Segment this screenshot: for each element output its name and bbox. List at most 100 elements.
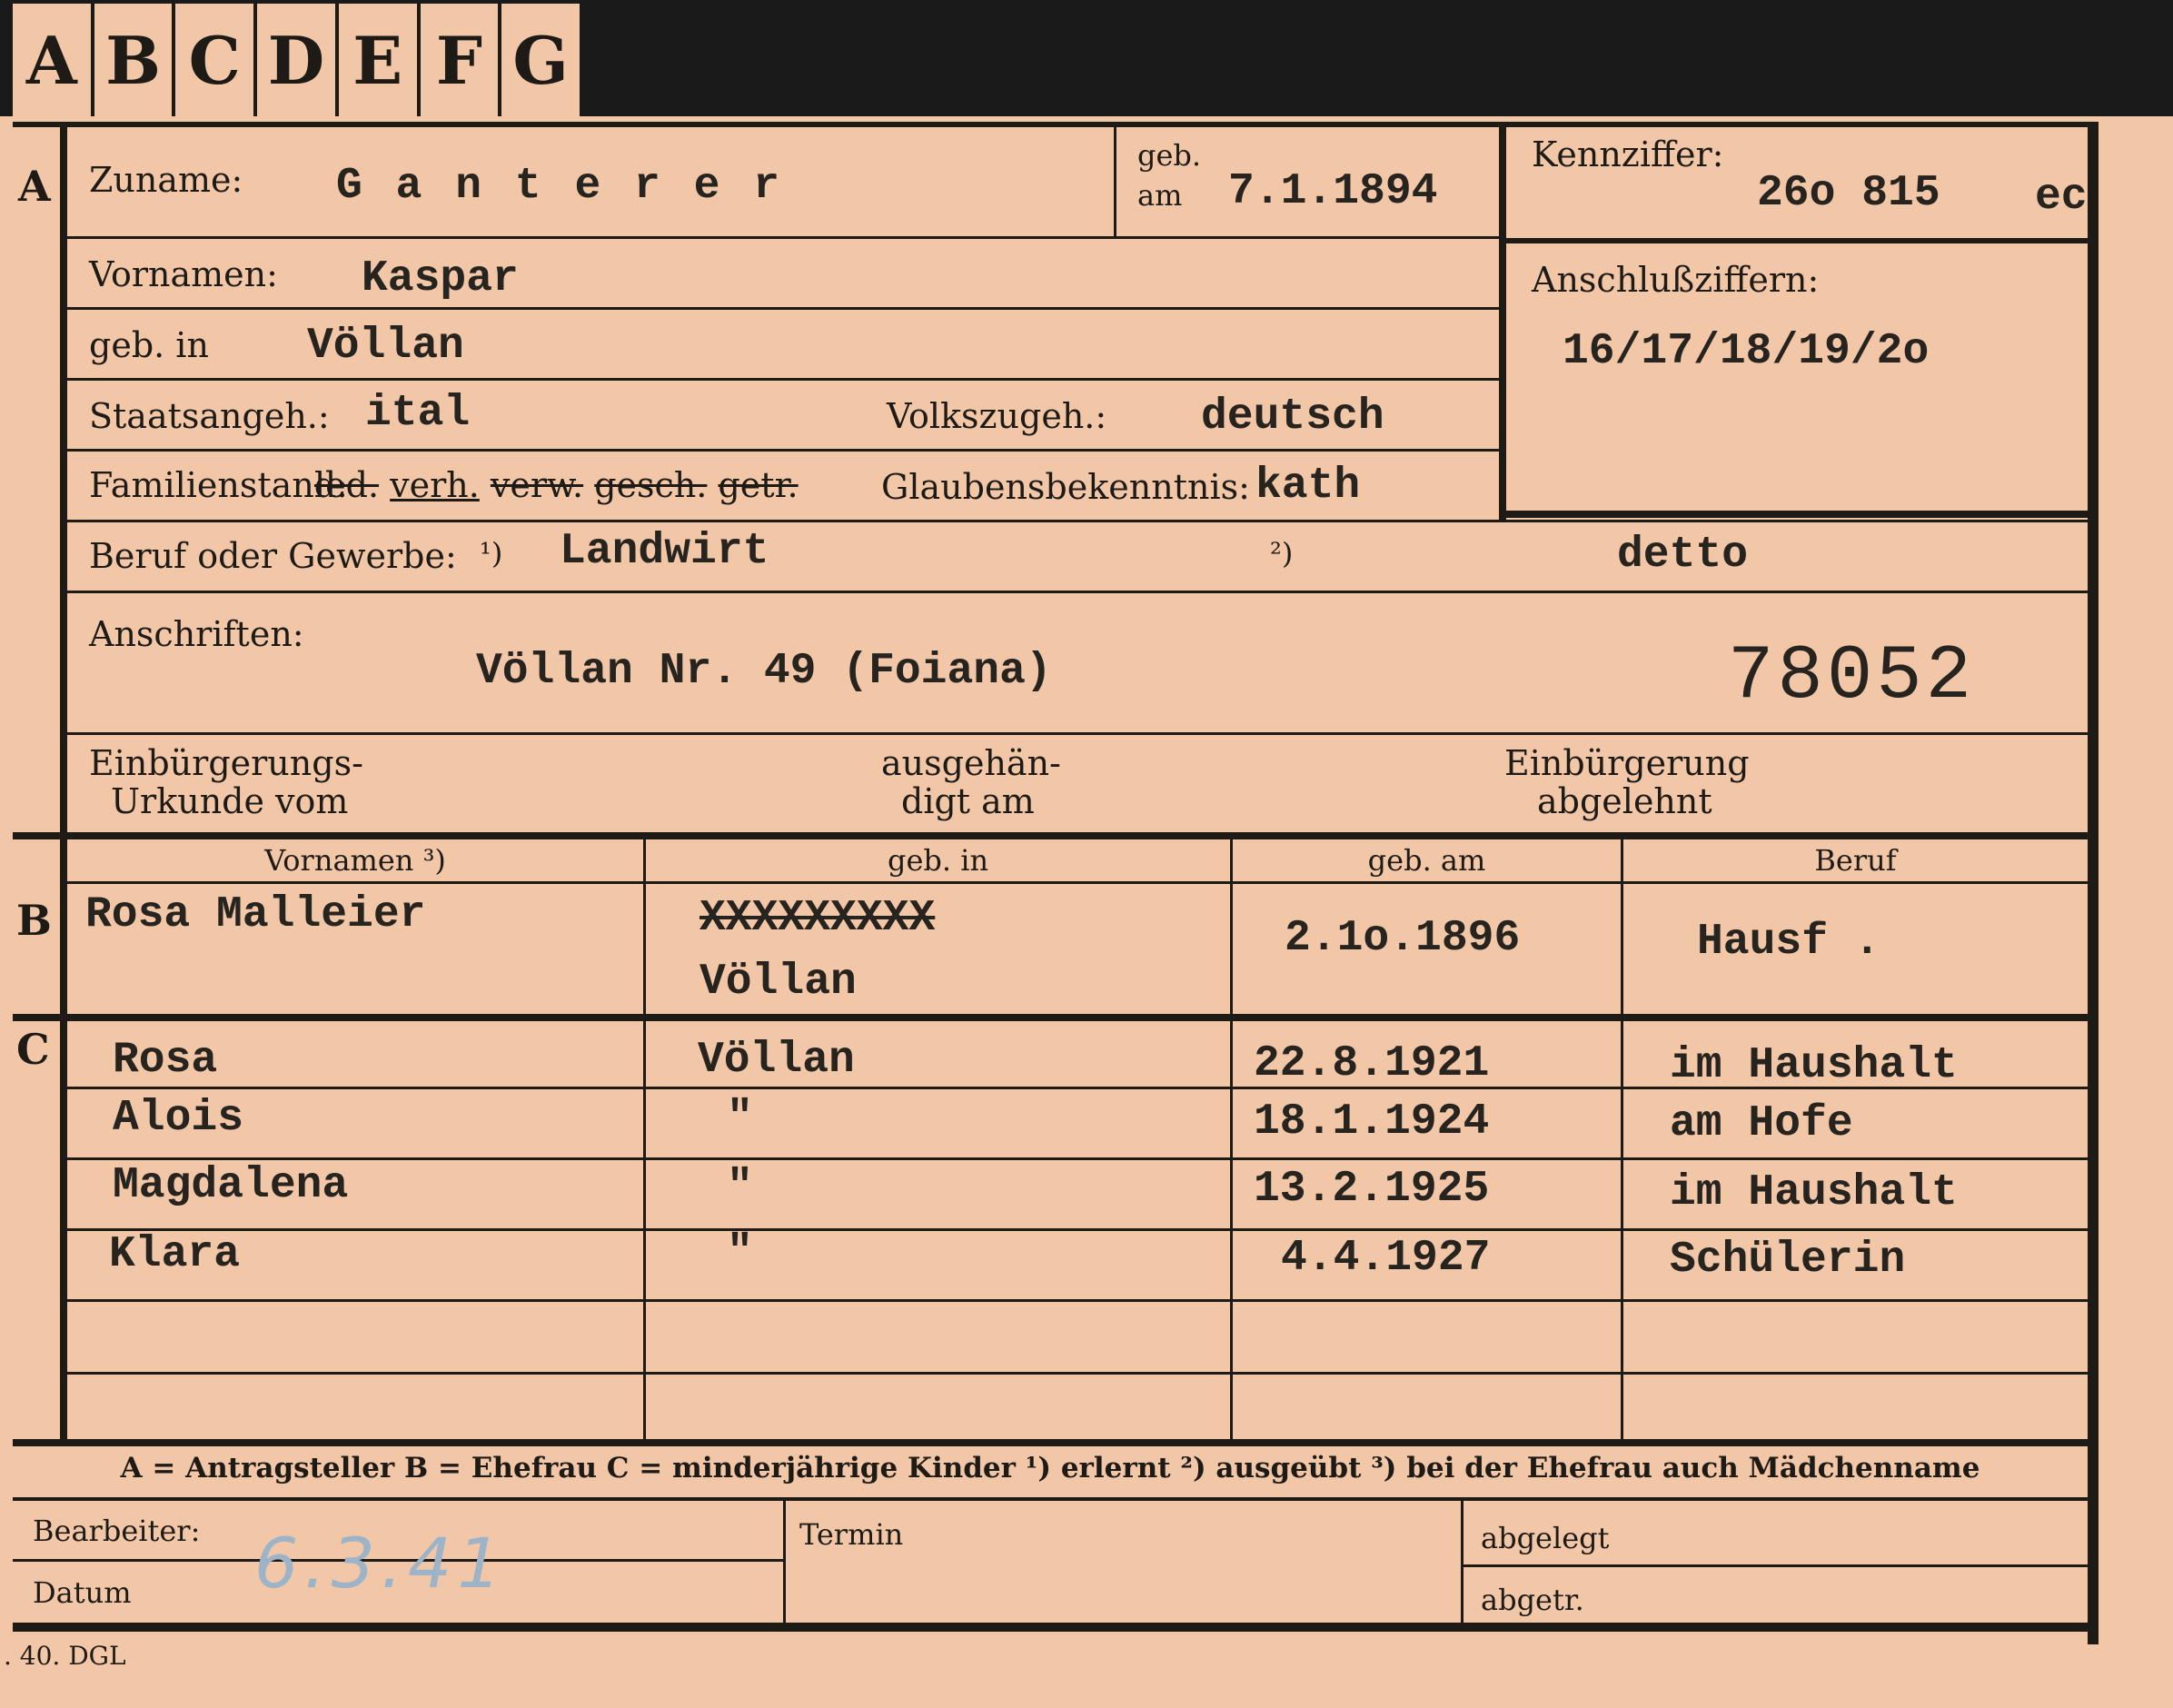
- familien-option-verh: verh.: [390, 465, 480, 505]
- datum-handwritten-value: 6.3.41: [254, 1523, 507, 1604]
- anschluss-value: 16/17/18/19/2o: [1563, 327, 1930, 376]
- einb-label-1: Einbürgerungs-: [89, 743, 363, 783]
- child-place: ": [727, 1094, 753, 1143]
- beruf-mark-1: ¹): [480, 536, 503, 571]
- section-b-bottom: [13, 1014, 2088, 1021]
- section-c-marker: C: [16, 1025, 50, 1074]
- header-vornamen: Vornamen ³): [264, 843, 446, 878]
- familien-option-verw: verw.: [490, 465, 584, 505]
- top-border: [13, 122, 2093, 127]
- section-a-bottom: [13, 832, 2088, 839]
- right-border: [2088, 122, 2099, 1644]
- child-job: im Haushalt: [1670, 1168, 1958, 1217]
- familien-options: led. verh. verw. gesch. getr.: [314, 465, 799, 505]
- row-line: [67, 1228, 2088, 1231]
- child-date: 4.4.1927: [1281, 1234, 1491, 1283]
- wife-name: Rosa Malleier: [85, 890, 426, 939]
- row-line: [67, 520, 2088, 522]
- zuname-label: Zuname:: [89, 160, 243, 200]
- gebin-label: geb. in: [89, 325, 209, 365]
- footer-col-line: [783, 1501, 786, 1623]
- ausg-label-1: ausgehän-: [881, 743, 1061, 783]
- abgelegt-label: abgelegt: [1481, 1521, 1610, 1555]
- row-line: [67, 1299, 2088, 1302]
- anschluss-label: Anschlußziffern:: [1532, 260, 1820, 300]
- row-line: [67, 732, 2088, 735]
- row-line: [67, 1372, 2088, 1375]
- staat-label: Staatsangeh.:: [89, 396, 330, 436]
- bearbeiter-label: Bearbeiter:: [33, 1514, 201, 1548]
- geb-date-value: 7.1.1894: [1228, 167, 1438, 216]
- child-job: im Haushalt: [1670, 1041, 1958, 1090]
- tab-a: A: [13, 4, 94, 116]
- familien-option-getr: getr.: [718, 465, 799, 505]
- child-name: Rosa: [113, 1036, 218, 1085]
- child-place: Völlan: [698, 1036, 855, 1085]
- tab-c: C: [175, 4, 258, 116]
- child-name: Klara: [109, 1230, 241, 1279]
- row-line: [67, 591, 2088, 593]
- header-beruf: Beruf: [1814, 843, 1897, 878]
- termin-label: Termin: [799, 1517, 904, 1552]
- geb-label-2: am: [1137, 178, 1183, 213]
- kennziffer-suffix: ec: [2035, 173, 2088, 222]
- abgel-label-1: Einbürgerung: [1504, 743, 1750, 783]
- child-job: am Hofe: [1670, 1099, 1853, 1148]
- row-line: [67, 307, 1499, 310]
- header-gebam: geb. am: [1367, 843, 1486, 878]
- beruf-value-2: detto: [1617, 531, 1749, 580]
- alphabet-tab-strip: A B C D E F G: [13, 4, 580, 116]
- legend-bottom: [13, 1497, 2088, 1501]
- anschriften-value: Völlan Nr. 49 (Foiana): [476, 647, 1052, 696]
- kennziffer-box-bottom: [1506, 511, 2088, 518]
- kennziffer-box-left: [1499, 122, 1506, 521]
- wife-job: Hausf .: [1697, 918, 1880, 967]
- beruf-label: Beruf oder Gewerbe:: [89, 536, 457, 576]
- tab-f: F: [421, 4, 502, 116]
- vornamen-value: Kaspar: [362, 254, 519, 303]
- glauben-value: kath: [1255, 462, 1361, 511]
- row-line: [67, 1157, 2088, 1160]
- familien-option-gesch: gesch.: [594, 465, 708, 505]
- row-line: [67, 449, 1499, 452]
- tab-d: D: [257, 4, 339, 116]
- tab-b: B: [94, 4, 176, 116]
- child-date: 13.2.1925: [1254, 1165, 1490, 1214]
- abgetr-label: abgetr.: [1481, 1583, 1584, 1617]
- left-section-divider: [60, 122, 67, 1439]
- geb-divider: [1114, 125, 1116, 236]
- kennziffer-label: Kennziffer:: [1532, 134, 1724, 174]
- row-line: [67, 881, 2088, 884]
- staat-value: ital: [365, 389, 471, 438]
- vornamen-label: Vornamen:: [89, 254, 278, 294]
- familien-label: Familienstand:: [89, 465, 348, 505]
- tab-g: G: [512, 21, 569, 99]
- child-job: Schülerin: [1670, 1236, 1906, 1285]
- stamp-number: 78052: [1728, 634, 1976, 720]
- kennziffer-divider: [1506, 238, 2088, 243]
- ausg-label-2: digt am: [901, 781, 1035, 821]
- child-place: ": [727, 1163, 753, 1212]
- wife-place: Völlan: [700, 958, 857, 1007]
- footer-row-line: [1464, 1564, 2088, 1567]
- volk-label: Volkszugeh.:: [887, 396, 1107, 436]
- child-name: Alois: [113, 1094, 244, 1143]
- header-gebin: geb. in: [887, 843, 989, 878]
- tab-e: E: [339, 4, 421, 116]
- section-a-marker: A: [18, 162, 51, 211]
- wife-date: 2.1o.1896: [1285, 914, 1521, 963]
- kennziffer-value: 26o 815: [1757, 169, 1940, 218]
- abgel-label-2: abgelehnt: [1537, 781, 1712, 821]
- datum-label: Datum: [33, 1575, 132, 1610]
- volk-value: deutsch: [1201, 392, 1384, 442]
- beruf-value-1: Landwirt: [560, 527, 769, 576]
- beruf-mark-2: ²): [1270, 536, 1294, 571]
- child-date: 18.1.1924: [1254, 1097, 1490, 1147]
- child-name: Magdalena: [113, 1161, 349, 1210]
- gebin-value: Völlan: [307, 322, 464, 371]
- legend: A = Antragsteller B = Ehefrau C = minder…: [120, 1452, 1980, 1485]
- glauben-label: Glaubensbekenntnis:: [881, 467, 1250, 507]
- row-line: [67, 378, 1499, 381]
- child-place: ": [727, 1228, 753, 1277]
- zuname-value: G a n t e r e r: [336, 162, 784, 211]
